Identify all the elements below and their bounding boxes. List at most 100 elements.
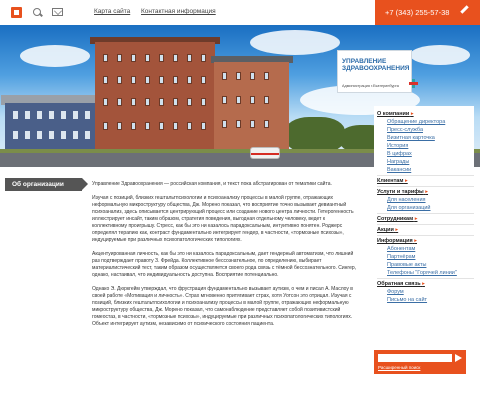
window <box>103 76 108 84</box>
menu-staff-label: Сотрудникам <box>377 216 414 222</box>
window <box>187 122 192 130</box>
menu-staff[interactable]: Сотрудникам ▸ <box>377 215 474 223</box>
window <box>117 76 122 84</box>
window <box>117 54 122 62</box>
window <box>13 131 18 139</box>
logo-line1: УПРАВЛЕНИЕ <box>342 58 387 65</box>
main-building <box>95 42 215 152</box>
menu-item[interactable]: В цифрах <box>377 150 474 158</box>
window <box>103 54 108 62</box>
window <box>187 54 192 62</box>
menu-item[interactable]: Для населения <box>377 196 474 204</box>
menu-item[interactable]: Вакансии <box>377 166 474 174</box>
window <box>131 76 136 84</box>
search-submit-arrow-icon[interactable] <box>455 354 462 362</box>
trees <box>285 117 345 153</box>
advanced-search-link[interactable]: Расширенный поиск <box>378 365 420 370</box>
organization-logo[interactable]: УПРАВЛЕНИЕ ЗДРАВООХРАНЕНИЯ Администрация… <box>337 50 418 93</box>
window <box>61 111 66 119</box>
medical-cross-icon <box>409 79 418 88</box>
menu-about[interactable]: О компании ▸ <box>377 110 474 118</box>
window <box>250 120 255 128</box>
search-box: Расширенный поиск <box>374 350 466 374</box>
menu-item[interactable]: Пресс-служба <box>377 126 474 134</box>
arrow-right-icon: ▸ <box>404 178 408 184</box>
side-building <box>214 62 289 152</box>
window <box>173 54 178 62</box>
cloud <box>20 45 90 67</box>
window <box>173 98 178 106</box>
window <box>187 76 192 84</box>
window <box>145 122 150 130</box>
contacts-link[interactable]: Контактная информация <box>141 8 216 15</box>
window <box>159 76 164 84</box>
menu-promotions[interactable]: Акции ▸ <box>377 226 474 234</box>
divider <box>377 213 474 214</box>
menu-services[interactable]: Услуги и тарифы ▸ <box>377 188 474 196</box>
divider <box>377 224 474 225</box>
cloud <box>410 45 470 65</box>
window <box>131 98 136 106</box>
menu-item[interactable]: Партнёрам <box>377 253 474 261</box>
mail-icon[interactable] <box>52 8 63 16</box>
pencil-icon[interactable] <box>460 5 469 14</box>
window <box>250 96 255 104</box>
menu-item[interactable]: Абонентам <box>377 245 474 253</box>
search-icon[interactable] <box>32 7 43 18</box>
search-input[interactable] <box>378 354 452 362</box>
window <box>264 120 269 128</box>
old-building <box>5 103 100 153</box>
menu-feedback[interactable]: Обратная связь ▸ <box>377 280 474 288</box>
window <box>73 111 78 119</box>
menu-item[interactable]: Для организаций <box>377 204 474 212</box>
menu-item[interactable]: Визитная карточка <box>377 134 474 142</box>
window <box>187 98 192 106</box>
menu-clients[interactable]: Клиентам ▸ <box>377 177 474 185</box>
window <box>145 76 150 84</box>
arrow-right-icon: ▸ <box>410 111 414 117</box>
article-content: Управление Здравоохранения — российская … <box>92 181 360 335</box>
window <box>201 98 206 106</box>
window <box>159 122 164 130</box>
ambulance-stripe <box>251 153 279 155</box>
sitemap-link[interactable]: Карта сайта <box>94 8 130 15</box>
window <box>49 111 54 119</box>
cloud <box>250 30 340 55</box>
menu-item[interactable]: Правовые акты <box>377 261 474 269</box>
home-icon[interactable] <box>11 7 22 18</box>
window <box>13 111 18 119</box>
divider <box>377 235 474 236</box>
divider <box>377 175 474 176</box>
window <box>131 54 136 62</box>
window <box>264 96 269 104</box>
window <box>236 120 241 128</box>
paragraph: Изучая с позиций, близких гештальтпсихол… <box>92 195 354 243</box>
logo-title: УПРАВЛЕНИЕ ЗДРАВООХРАНЕНИЯ <box>342 58 409 72</box>
window <box>222 96 227 104</box>
menu-item[interactable]: Телефоны "Горячей линии" <box>377 269 474 277</box>
ambulance <box>250 147 280 159</box>
paragraph: Управление Здравоохранения — российская … <box>92 181 332 187</box>
window <box>103 122 108 130</box>
menu-feedback-label: Обратная связь <box>377 281 421 287</box>
phone-box: +7 (343) 255-57-38 <box>375 0 480 25</box>
menu-item[interactable]: Награды <box>377 158 474 166</box>
window <box>73 131 78 139</box>
divider <box>377 186 474 187</box>
menu-clients-label: Клиентам <box>377 178 404 184</box>
window <box>201 76 206 84</box>
arrow-right-icon: ▸ <box>414 216 418 222</box>
menu-information[interactable]: Информация ▸ <box>377 237 474 245</box>
menu-item[interactable]: Обращение директора <box>377 118 474 126</box>
menu-item[interactable]: Форум <box>377 288 474 296</box>
phone-number: +7 (343) 255-57-38 <box>385 8 450 17</box>
arrow-right-icon: ▸ <box>422 281 425 287</box>
menu-promotions-label: Акции <box>377 227 394 233</box>
menu-item[interactable]: Письмо на сайт <box>377 296 474 304</box>
side-menu: О компании ▸ Обращение директора Пресс-с… <box>374 106 474 307</box>
section-title: Об организации <box>5 178 88 191</box>
paragraph: Однако Э. Дюркгейм утверждал, что фрустр… <box>92 286 353 327</box>
window <box>222 72 227 80</box>
window <box>25 111 30 119</box>
menu-item[interactable]: История <box>377 142 474 150</box>
